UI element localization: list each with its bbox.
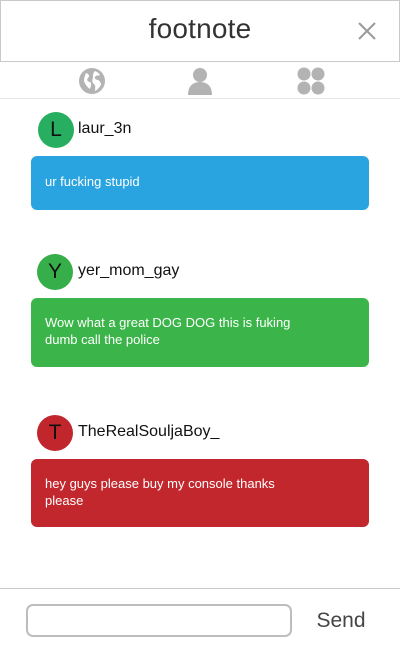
message-bubble: Wow what a great DOG DOG this is fuking …	[31, 298, 369, 367]
compose-bar: Send	[0, 588, 400, 651]
send-button[interactable]: Send	[300, 604, 382, 637]
avatar[interactable]: L	[38, 112, 74, 148]
message-bubble: ur fucking stupid	[31, 156, 369, 210]
apps-grid-icon	[297, 67, 325, 95]
username[interactable]: laur_3n	[78, 120, 131, 138]
message-bubble: hey guys please buy my console thanks pl…	[31, 459, 369, 527]
app-header: footnote	[0, 0, 400, 62]
nav-profile-button[interactable]	[185, 66, 215, 96]
nav-globe-button[interactable]	[77, 66, 107, 96]
close-button[interactable]	[357, 21, 377, 41]
avatar[interactable]: T	[37, 415, 73, 451]
close-icon	[358, 22, 376, 40]
profile-icon	[188, 68, 212, 95]
feed[interactable]: L laur_3n ur fucking stupid Y yer_mom_ga…	[0, 100, 400, 588]
message-input[interactable]	[26, 604, 292, 637]
nav-bar	[0, 62, 400, 99]
username[interactable]: TheRealSouljaBoy_	[78, 423, 219, 441]
globe-icon	[79, 68, 105, 94]
nav-apps-button[interactable]	[296, 66, 326, 96]
avatar[interactable]: Y	[37, 254, 73, 290]
username[interactable]: yer_mom_gay	[78, 262, 179, 280]
app-title: footnote	[148, 13, 252, 44]
